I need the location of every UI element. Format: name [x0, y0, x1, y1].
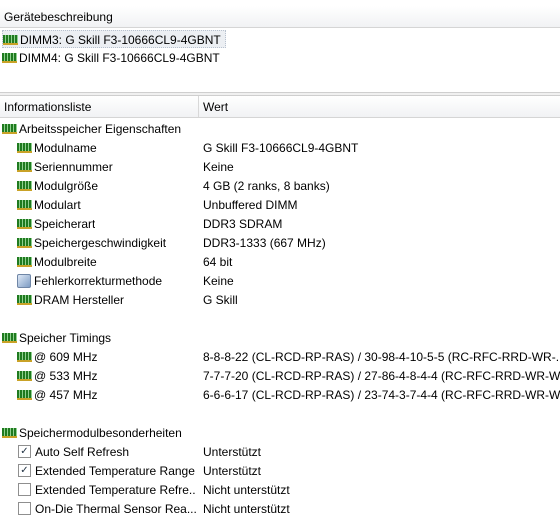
column-header-value[interactable]: Wert [203, 100, 228, 114]
list-item[interactable]: Speichergeschwindigkeit DDR3-1333 (667 M… [0, 234, 560, 253]
list-item[interactable]: Speicherart DDR3 SDRAM [0, 215, 560, 234]
list-item[interactable]: Extended Temperature Refre... Nicht unte… [0, 481, 560, 500]
memory-module-icon [17, 218, 32, 229]
field-name: Seriennummer [34, 160, 113, 174]
field-value: 8-8-8-22 (CL-RCD-RP-RAS) / 30-98-4-10-5-… [203, 350, 560, 364]
field-value: 4 GB (2 ranks, 8 banks) [203, 179, 330, 193]
checkbox-icon [18, 483, 31, 497]
group-title: Speicher Timings [19, 331, 112, 345]
device-description-header-label: Gerätebeschreibung [4, 10, 113, 24]
field-name: Auto Self Refresh [35, 445, 130, 459]
field-name: On-Die Thermal Sensor Rea... [35, 502, 196, 516]
list-item[interactable]: ✓ Auto Self Refresh Unterstützt [0, 443, 560, 462]
device-item-label: DIMM4: G Skill F3-10666CL9-4GBNT [19, 51, 220, 65]
field-name: Speicherart [34, 217, 96, 231]
list-item[interactable]: @ 609 MHz 8-8-8-22 (CL-RCD-RP-RAS) / 30-… [0, 348, 560, 367]
device-description-header[interactable]: Gerätebeschreibung [0, 6, 560, 28]
list-item[interactable]: @ 457 MHz 6-6-6-17 (CL-RCD-RP-RAS) / 23-… [0, 386, 560, 405]
column-separator[interactable] [198, 96, 199, 117]
group-title: Speichermodulbesonderheiten [19, 426, 182, 440]
field-name: Modulart [34, 198, 81, 212]
field-name: Extended Temperature Refre... [35, 483, 196, 497]
list-item[interactable]: Modulart Unbuffered DIMM [0, 196, 560, 215]
memory-module-icon [17, 370, 32, 381]
list-item[interactable]: Seriennummer Keine [0, 158, 560, 177]
group-title: Arbeitsspeicher Eigenschaften [19, 122, 182, 136]
field-value: 6-6-6-17 (CL-RCD-RP-RAS) / 23-74-3-7-4-4… [203, 388, 560, 402]
field-value: Keine [203, 274, 234, 288]
field-name: Modulname [34, 141, 97, 155]
memory-module-icon [2, 332, 17, 343]
memory-module-icon [17, 161, 32, 172]
memory-module-icon [17, 142, 32, 153]
field-name: DRAM Hersteller [34, 293, 125, 307]
memory-module-icon [3, 34, 18, 45]
field-name: Extended Temperature Range [35, 464, 195, 478]
field-value: Unterstützt [203, 464, 262, 478]
list-item[interactable]: @ 533 MHz 7-7-7-20 (CL-RCD-RP-RAS) / 27-… [0, 367, 560, 386]
checkbox-icon: ✓ [18, 464, 31, 478]
field-name: Modulgröße [34, 179, 99, 193]
list-item[interactable]: ✓ Extended Temperature Range Unterstützt [0, 462, 560, 481]
field-name: @ 609 MHz [34, 350, 98, 364]
list-item[interactable]: Modulname G Skill F3-10666CL9-4GBNT [0, 139, 560, 158]
list-item[interactable]: Modulgröße 4 GB (2 ranks, 8 banks) [0, 177, 560, 196]
list-header: Informationsliste Wert [0, 96, 560, 118]
field-name: Modulbreite [34, 255, 97, 269]
group-header-memory-timings[interactable]: Speicher Timings [0, 329, 560, 348]
group-header-module-features[interactable]: Speichermodulbesonderheiten [0, 424, 560, 443]
group-header-memory-properties[interactable]: Arbeitsspeicher Eigenschaften [0, 120, 560, 139]
memory-module-icon [17, 294, 32, 305]
field-value: Nicht unterstützt [203, 502, 290, 516]
memory-module-icon [17, 351, 32, 362]
memory-module-icon [2, 52, 17, 63]
field-value: Keine [203, 160, 234, 174]
memory-module-icon [17, 237, 32, 248]
memory-module-icon [17, 256, 32, 267]
field-value: DDR3 SDRAM [203, 217, 283, 231]
memory-module-icon [2, 123, 17, 134]
device-icon [17, 273, 31, 288]
column-header-info[interactable]: Informationsliste [4, 100, 91, 114]
list-item[interactable]: On-Die Thermal Sensor Rea... Nicht unter… [0, 500, 560, 519]
field-name: @ 533 MHz [34, 369, 98, 383]
field-value: G Skill [203, 293, 238, 307]
list-item[interactable]: Fehlerkorrekturmethode Keine [0, 272, 560, 291]
list-item[interactable]: Modulbreite 64 bit [0, 253, 560, 272]
field-name: @ 457 MHz [34, 388, 98, 402]
device-item-dimm4[interactable]: DIMM4: G Skill F3-10666CL9-4GBNT [2, 49, 224, 67]
device-item-dimm3[interactable]: DIMM3: G Skill F3-10666CL9-4GBNT [2, 30, 226, 48]
device-description-pane: Gerätebeschreibung DIMM3: G Skill F3-106… [0, 0, 560, 92]
list-item[interactable]: DRAM Hersteller G Skill [0, 291, 560, 310]
information-list: Informationsliste Wert Arbeitsspeicher E… [0, 96, 560, 532]
memory-module-icon [2, 427, 17, 438]
checkbox-icon: ✓ [18, 445, 31, 459]
device-item-label: DIMM3: G Skill F3-10666CL9-4GBNT [20, 33, 221, 47]
field-value: 64 bit [203, 255, 233, 269]
field-value: G Skill F3-10666CL9-4GBNT [203, 141, 359, 155]
field-value: Unterstützt [203, 445, 262, 459]
checkbox-icon [18, 502, 31, 516]
memory-module-icon [17, 180, 32, 191]
memory-module-icon [17, 389, 32, 400]
field-value: Unbuffered DIMM [203, 198, 298, 212]
memory-module-icon [17, 199, 32, 210]
field-value: 7-7-7-20 (CL-RCD-RP-RAS) / 27-86-4-8-4-4… [203, 369, 560, 383]
field-value: Nicht unterstützt [203, 483, 290, 497]
field-name: Fehlerkorrekturmethode [34, 274, 163, 288]
field-name: Speichergeschwindigkeit [34, 236, 167, 250]
field-value: DDR3-1333 (667 MHz) [203, 236, 326, 250]
